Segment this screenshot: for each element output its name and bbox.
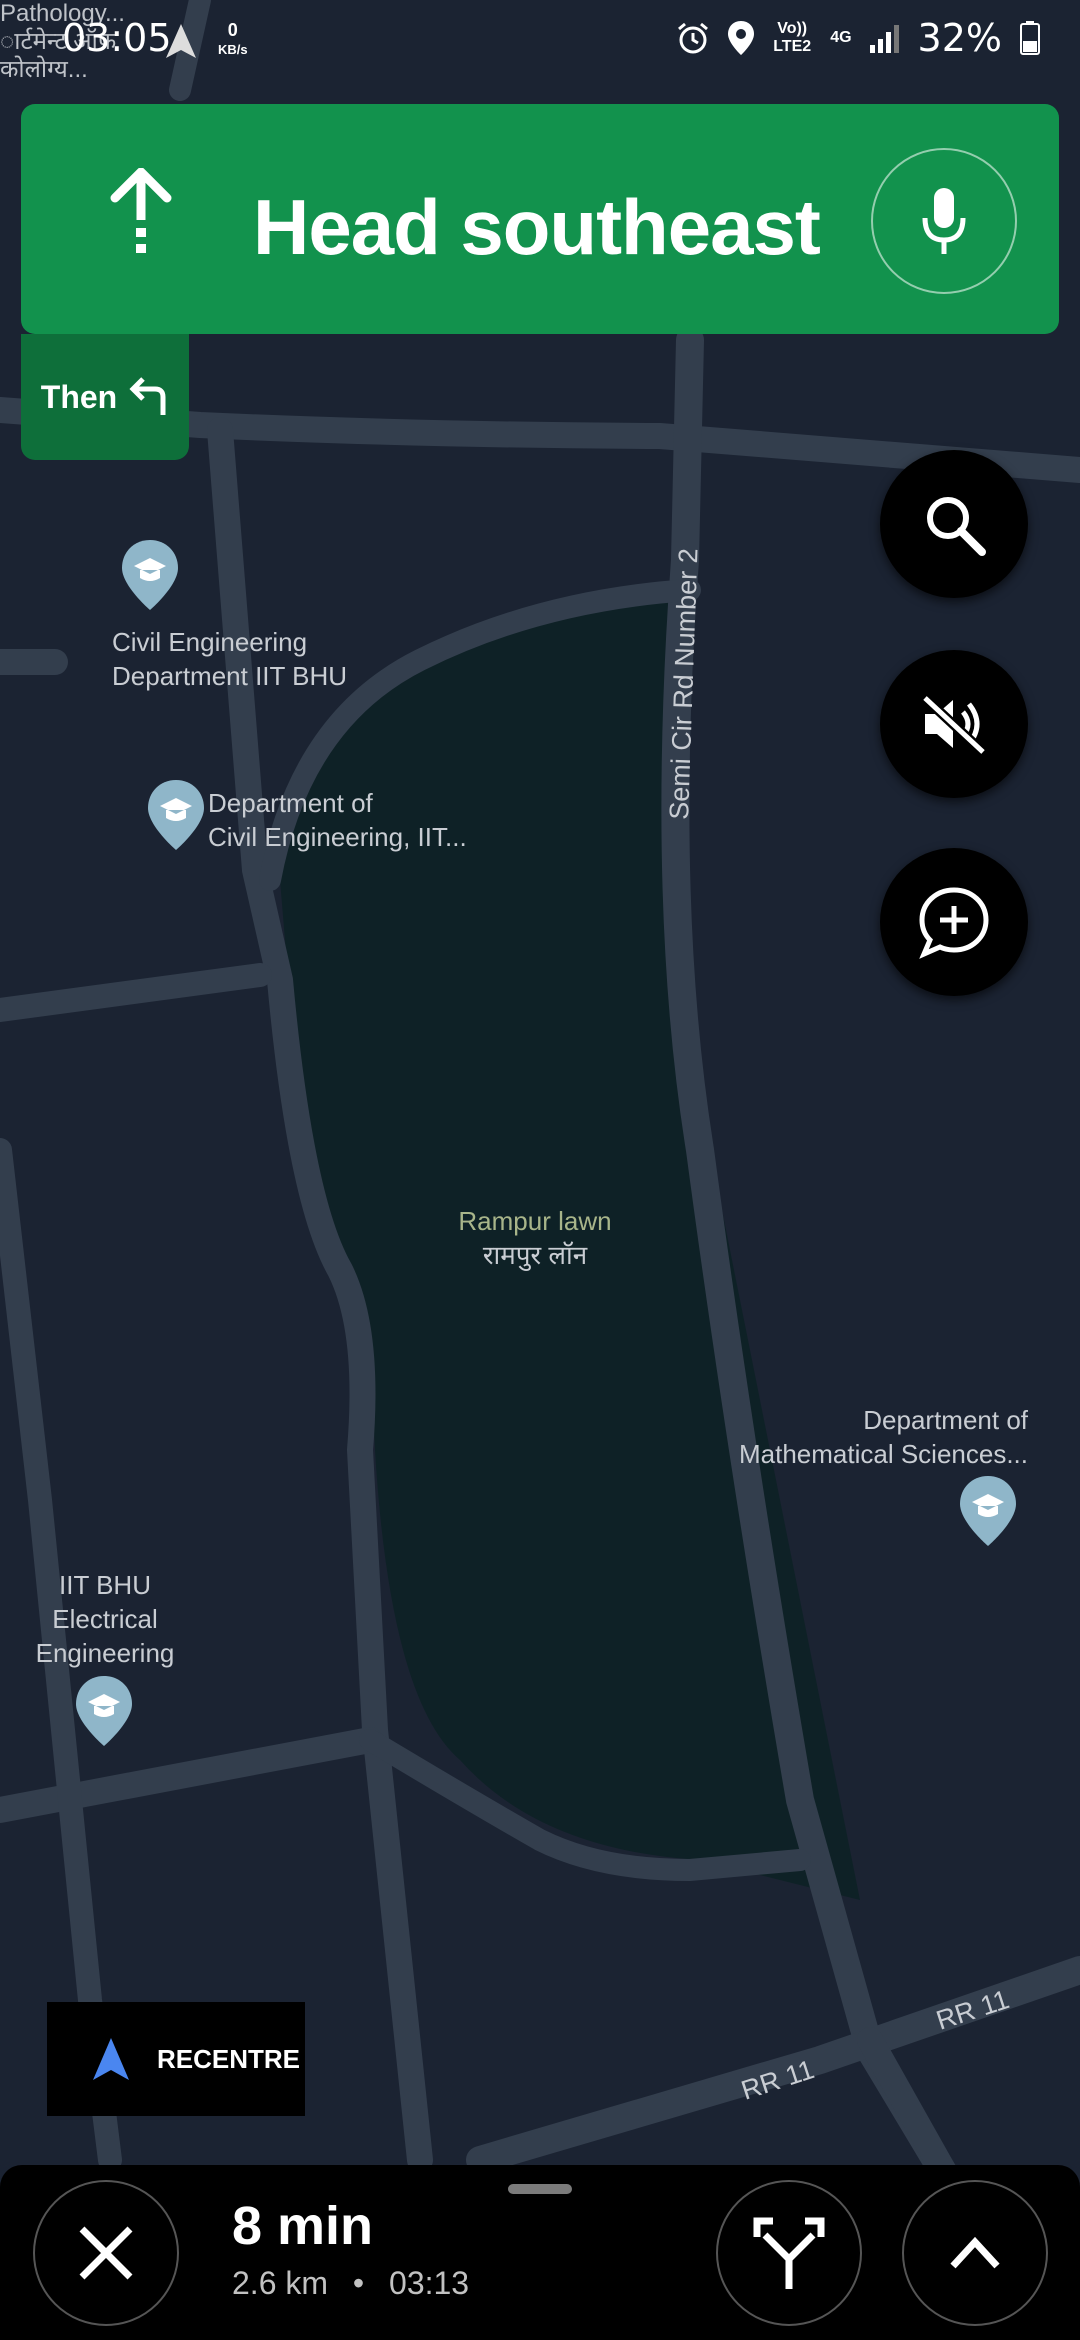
place-name-line: IIT BHU <box>59 1570 151 1600</box>
trip-distance: 2.6 km <box>232 2265 329 2301</box>
signal-icon <box>869 25 899 53</box>
trip-details: 2.6 km • 03:13 <box>232 2265 469 2302</box>
trip-arrival-time: 03:13 <box>389 2265 470 2301</box>
place-name-line: Electrical <box>52 1604 158 1634</box>
place-civil-engineering-department[interactable]: Civil Engineering Department IIT BHU <box>112 625 347 693</box>
navigation-banner[interactable]: Head southeast <box>21 104 1059 334</box>
place-name-line: Civil Engineering, IIT... <box>208 822 467 852</box>
battery-icon <box>1020 21 1040 55</box>
voice-search-button[interactable] <box>871 148 1017 294</box>
straight-arrow-icon <box>110 168 172 253</box>
trip-summary[interactable]: 8 min 2.6 km • 03:13 <box>232 2195 469 2302</box>
network-speed: 0 KB/s <box>218 20 248 60</box>
place-name-line: Mathematical Sciences... <box>738 1439 1028 1469</box>
instruction-text: Head southeast <box>253 183 821 271</box>
place-mathematical-sciences[interactable]: Department of Mathematical Sciences... <box>700 1403 1028 1471</box>
recentre-label: RECENTRE <box>157 2043 301 2074</box>
place-name-line: Engineering <box>35 1638 175 1668</box>
alternate-routes-icon <box>753 2217 825 2289</box>
chevron-up-icon <box>950 2236 1000 2269</box>
status-bar: Pathology... ार्टमेन्ट ऑफ़ कोलोग्य... 03… <box>0 0 1080 83</box>
turn-left-icon <box>129 377 166 415</box>
place-name-line: Civil Engineering <box>112 627 308 657</box>
place-name-line: रामपुर लॉन <box>482 1240 588 1270</box>
speed-unit: KB/s <box>218 42 248 57</box>
then-panel[interactable]: Then <box>21 334 189 460</box>
mute-button[interactable] <box>880 650 1028 798</box>
status-time: 03:05 <box>62 16 172 60</box>
place-name-line: Department of <box>863 1405 1028 1435</box>
location-pin-icon <box>728 21 755 55</box>
navigation-arrow-icon <box>166 24 196 58</box>
add-report-icon <box>919 887 989 959</box>
trip-separator: • <box>352 2265 365 2301</box>
search-button[interactable] <box>880 450 1028 598</box>
sound-off-icon <box>921 694 987 756</box>
alarm-icon <box>678 22 709 54</box>
recentre-button[interactable]: RECENTRE <box>47 2002 305 2116</box>
place-rampur-lawn[interactable]: Rampur lawn रामपुर लॉन <box>430 1204 640 1272</box>
school-icon <box>148 780 204 850</box>
microphone-icon <box>922 188 966 254</box>
add-report-button[interactable] <box>880 848 1028 996</box>
faded-text-3: कोलोग्य... <box>0 56 88 83</box>
place-name-line: Department IIT BHU <box>112 661 348 691</box>
drag-handle[interactable] <box>508 2184 572 2194</box>
trip-bottom-sheet[interactable]: 8 min 2.6 km • 03:13 <box>0 2165 1080 2340</box>
school-icon <box>76 1676 132 1746</box>
place-name-line: Rampur lawn <box>458 1206 612 1236</box>
alternate-routes-button[interactable] <box>716 2180 862 2326</box>
battery-percent: 32% <box>917 16 1002 60</box>
speed-value: 0 <box>227 20 238 40</box>
network-type: 4G <box>830 29 852 46</box>
place-department-of-civil-engineering[interactable]: Department of Civil Engineering, IIT... <box>208 786 467 854</box>
school-icon <box>960 1476 1016 1546</box>
then-label: Then <box>40 378 118 415</box>
navigation-arrow-icon <box>93 2038 129 2080</box>
school-icon <box>122 540 178 610</box>
place-name-line: Department of <box>208 788 373 818</box>
place-iit-bhu-electrical-engineering[interactable]: IIT BHU Electrical Engineering <box>20 1568 190 1670</box>
search-icon <box>927 497 986 556</box>
trip-duration: 8 min <box>232 2196 374 2256</box>
close-icon <box>79 2226 133 2280</box>
volte-indicator: Vo)) LTE2 <box>773 20 812 55</box>
exit-navigation-button[interactable] <box>33 2180 179 2326</box>
expand-trip-button[interactable] <box>902 2180 1048 2326</box>
